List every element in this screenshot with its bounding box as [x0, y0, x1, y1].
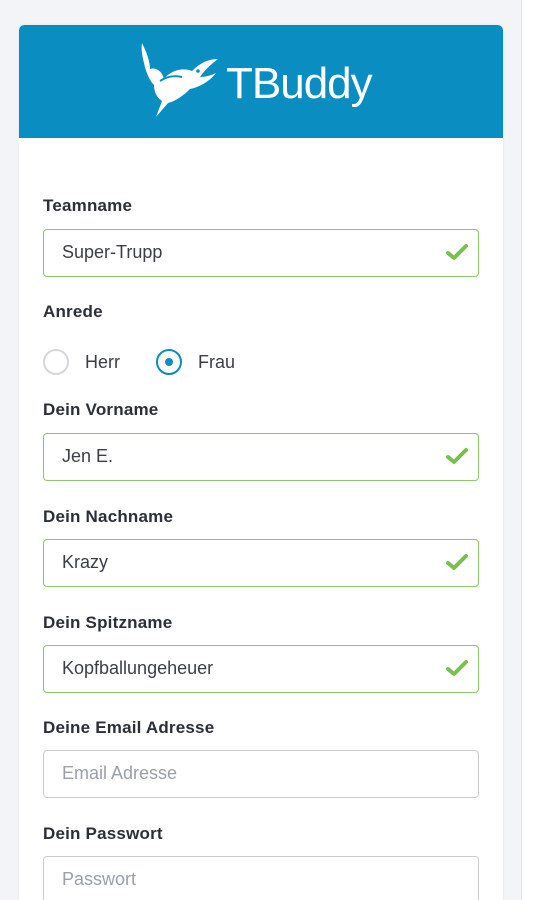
check-icon — [446, 660, 468, 676]
lastname-label: Dein Nachname — [43, 507, 174, 526]
check-icon — [446, 244, 468, 260]
firstname-label: Dein Vorname — [43, 400, 159, 419]
teamname-label: Teamname — [43, 196, 133, 215]
password-input[interactable] — [62, 857, 432, 900]
email-label: Deine Email Adresse — [43, 718, 215, 737]
teamname-field[interactable] — [43, 229, 479, 277]
lastname-field[interactable] — [43, 539, 479, 587]
salutation-option-frau[interactable]: Frau — [156, 349, 235, 375]
brand-name: TBuddy — [226, 59, 373, 108]
salutation-label: Anrede — [43, 302, 103, 321]
radio-label-herr: Herr — [85, 351, 120, 372]
radio-label-frau: Frau — [198, 351, 236, 372]
salutation-option-herr[interactable]: Herr — [43, 349, 120, 375]
brand-logo: TBuddy — [136, 37, 373, 125]
signup-card: TBuddy Teamname Anrede Herr — [19, 25, 503, 900]
check-icon — [446, 448, 468, 464]
check-icon — [446, 554, 468, 570]
password-label: Dein Passwort — [43, 824, 163, 843]
scrollbar-track[interactable] — [521, 0, 534, 900]
salutation-radio-group: Herr Frau — [43, 346, 271, 378]
bird-logo-icon — [141, 43, 218, 117]
teamname-input[interactable] — [62, 230, 432, 274]
nickname-label: Dein Spitzname — [43, 613, 173, 632]
lastname-input[interactable] — [62, 540, 432, 584]
brand-header: TBuddy — [19, 25, 503, 138]
radio-button-frau[interactable] — [156, 349, 182, 375]
email-field[interactable] — [43, 750, 479, 798]
firstname-input[interactable] — [62, 434, 432, 478]
password-field[interactable] — [43, 856, 479, 900]
page: TBuddy Teamname Anrede Herr — [0, 0, 534, 900]
radio-button-herr[interactable] — [43, 349, 69, 375]
firstname-field[interactable] — [43, 433, 479, 481]
email-input[interactable] — [62, 751, 432, 795]
nickname-field[interactable] — [43, 645, 479, 693]
nickname-input[interactable] — [62, 646, 432, 690]
